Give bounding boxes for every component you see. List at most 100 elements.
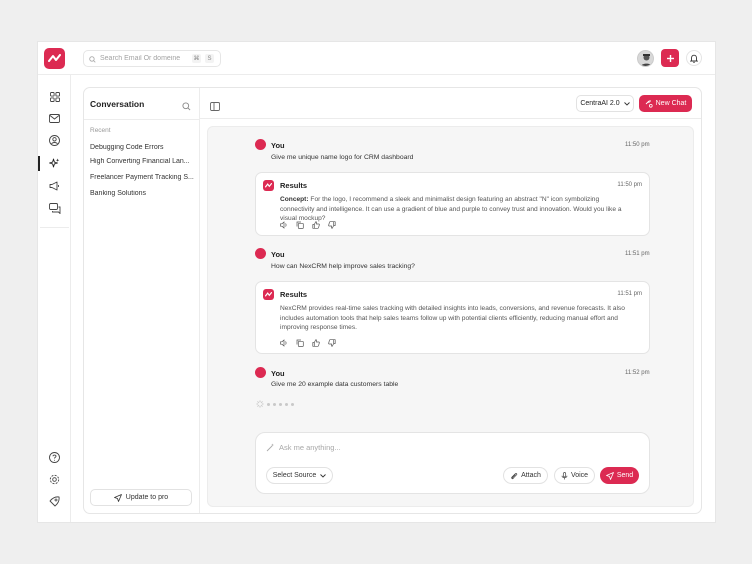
new-chat-icon xyxy=(645,100,653,108)
result-label: Concept: xyxy=(280,196,309,203)
user-avatar-dot xyxy=(255,248,266,259)
model-label: CentraAI 2.0 xyxy=(580,100,620,107)
notifications-button[interactable] xyxy=(686,50,702,66)
result-actions xyxy=(280,221,336,229)
help-icon[interactable] xyxy=(47,450,62,465)
app-logo[interactable] xyxy=(44,48,65,69)
result-title: Results xyxy=(280,290,308,299)
user-avatar-dot xyxy=(255,139,266,150)
magic-wand-icon xyxy=(266,443,274,452)
typing-dot xyxy=(273,402,276,406)
send-button[interactable]: Send xyxy=(600,467,639,484)
result-body: For the logo, I recommend a sleek and mi… xyxy=(280,196,622,223)
result-text: NexCRM provides real-time sales tracking… xyxy=(280,305,625,332)
sidebar-toggle-icon[interactable] xyxy=(210,98,220,116)
thumbs-up-icon[interactable] xyxy=(312,221,320,229)
grid-icon[interactable] xyxy=(47,89,62,104)
send-icon xyxy=(605,471,614,480)
left-nav xyxy=(38,75,71,522)
message-author: You xyxy=(271,141,285,150)
message-text: How can NexCRM help improve sales tracki… xyxy=(271,263,415,270)
user-avatar[interactable] xyxy=(637,50,654,67)
select-source-label: Select Source xyxy=(272,472,317,479)
result-title: Results xyxy=(280,181,308,190)
send-plane-icon xyxy=(113,493,122,502)
chat-area: You 11:50 pm Give me unique name logo fo… xyxy=(207,126,694,507)
user-avatar-dot xyxy=(255,367,266,378)
message-text: Give me 20 example data customers table xyxy=(271,381,399,388)
conversation-sidebar: Conversation Recent Debugging Code Error… xyxy=(84,88,200,513)
typing-dot xyxy=(291,402,294,406)
microphone-icon xyxy=(561,471,568,479)
conversation-item[interactable]: Banking Solutions xyxy=(90,190,194,197)
result-actions xyxy=(280,339,336,347)
megaphone-icon[interactable] xyxy=(47,178,62,193)
message-input[interactable] xyxy=(279,443,479,452)
typing-dot xyxy=(267,402,270,406)
send-label: Send xyxy=(616,472,634,479)
shortcut-s-key: S xyxy=(205,54,214,63)
result-card: Results 11:51 pm NexCRM provides real-ti… xyxy=(255,281,650,354)
copy-icon[interactable] xyxy=(296,221,304,229)
loading-spinner-icon xyxy=(256,400,264,408)
result-text: Concept: For the logo, I recommend a sle… xyxy=(280,195,625,224)
typing-dot xyxy=(279,402,282,406)
result-time: 11:51 pm xyxy=(617,291,642,297)
search-input[interactable] xyxy=(100,55,188,62)
thumbs-down-icon[interactable] xyxy=(328,221,336,229)
new-chat-button[interactable]: New Chat xyxy=(639,95,692,112)
composer-input-row xyxy=(266,443,479,452)
thumbs-up-icon[interactable] xyxy=(312,339,320,347)
speaker-icon[interactable] xyxy=(280,339,288,347)
result-time: 11:50 pm xyxy=(617,182,642,188)
chevron-down-icon xyxy=(623,101,630,106)
voice-button[interactable]: Voice xyxy=(554,467,595,484)
new-chat-label: New Chat xyxy=(655,100,687,107)
search-icon[interactable] xyxy=(182,98,191,116)
search-icon xyxy=(89,50,96,68)
chat-icon[interactable] xyxy=(47,201,62,216)
message-time: 11:50 pm xyxy=(625,142,650,148)
sparkle-icon[interactable] xyxy=(47,156,62,171)
user-icon[interactable] xyxy=(47,133,62,148)
add-button[interactable] xyxy=(661,49,679,67)
rocket-icon[interactable] xyxy=(47,494,62,509)
message-author: You xyxy=(271,250,285,259)
message-time: 11:51 pm xyxy=(625,251,650,257)
result-logo-icon xyxy=(263,289,274,300)
select-source-dropdown[interactable]: Select Source xyxy=(266,467,333,484)
attach-label: Attach xyxy=(521,472,541,479)
mail-icon[interactable] xyxy=(47,111,62,126)
app-window: ⌘ S xyxy=(38,42,715,522)
search-box[interactable]: ⌘ S xyxy=(83,50,221,67)
bell-icon xyxy=(690,54,698,63)
model-select[interactable]: CentraAI 2.0 xyxy=(576,95,634,112)
main-panel: Conversation Recent Debugging Code Error… xyxy=(83,87,702,514)
message-time: 11:52 pm xyxy=(625,370,650,376)
conversation-item[interactable]: Freelancer Payment Tracking S... xyxy=(90,174,194,181)
conversation-item[interactable]: Debugging Code Errors xyxy=(90,144,194,151)
upgrade-button[interactable]: Update to pro xyxy=(90,489,192,506)
voice-label: Voice xyxy=(570,472,589,479)
nav-active-indicator xyxy=(38,156,40,171)
conversation-title: Conversation xyxy=(90,99,145,109)
speaker-icon[interactable] xyxy=(280,221,288,229)
upgrade-label: Update to pro xyxy=(125,494,169,501)
message-author: You xyxy=(271,369,285,378)
thumbs-down-icon[interactable] xyxy=(328,339,336,347)
typing-dot xyxy=(285,402,288,406)
top-bar: ⌘ S xyxy=(38,42,715,75)
typing-indicator xyxy=(256,400,294,408)
result-card: Results 11:50 pm Concept: For the logo, … xyxy=(255,172,650,236)
recent-label: Recent xyxy=(90,127,111,134)
paperclip-icon xyxy=(511,472,518,479)
shortcut-cmd-key: ⌘ xyxy=(192,54,201,63)
nav-divider xyxy=(40,227,69,228)
settings-icon[interactable] xyxy=(47,472,62,487)
attach-button[interactable]: Attach xyxy=(503,467,548,484)
divider xyxy=(84,119,200,120)
copy-icon[interactable] xyxy=(296,339,304,347)
chat-header: CentraAI 2.0 New Chat xyxy=(200,88,701,119)
conversation-item[interactable]: High Converting Financial Lan... xyxy=(90,158,194,165)
plus-icon xyxy=(666,54,674,62)
